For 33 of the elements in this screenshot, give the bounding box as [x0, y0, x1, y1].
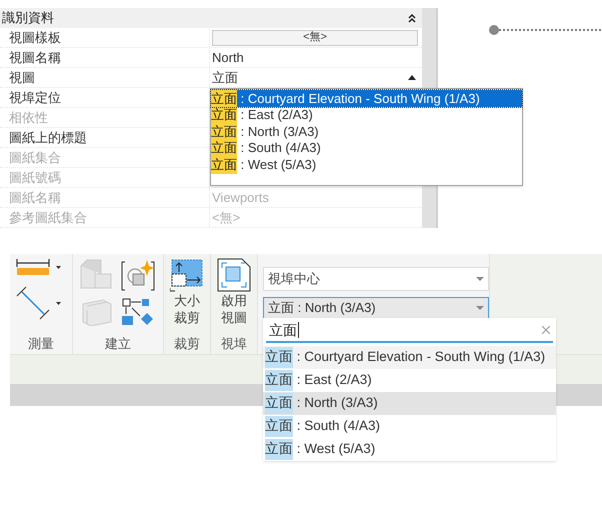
property-label: 參考圖紙集合	[9, 208, 87, 227]
property-label: 視圖	[9, 68, 35, 87]
item-text: : Courtyard Elevation - South Wing (1/A3)	[296, 348, 546, 366]
item-text: : South (4/A3)	[240, 139, 321, 157]
property-label: 圖紙號碼	[9, 168, 61, 187]
property-label: 視圖樣板	[9, 28, 61, 47]
item-text: : Courtyard Elevation - South Wing (1/A3)	[240, 90, 480, 108]
property-value: Viewports	[212, 188, 269, 207]
panel-title: 視埠	[221, 335, 247, 354]
item-text: : South (4/A3)	[296, 417, 380, 436]
property-label: 視圖名稱	[9, 48, 61, 67]
property-label: 圖紙名稱	[9, 188, 61, 207]
panel-title: 建立	[105, 335, 131, 354]
match-highlight: 立面	[265, 416, 293, 437]
match-highlight: 立面	[265, 370, 293, 391]
item-text: : West (5/A3)	[296, 440, 376, 458]
match-highlight: 立面	[265, 393, 293, 414]
panel-title: 裁剪	[174, 335, 200, 354]
item-text: : North (3/A3)	[240, 122, 319, 141]
property-label: 視埠定位	[9, 88, 61, 107]
match-highlight: 立面	[265, 347, 293, 368]
item-text: : East (2/A3)	[296, 371, 372, 390]
property-value: North	[212, 48, 244, 67]
item-text: : East (2/A3)	[240, 106, 313, 124]
item-text: : North (3/A3)	[296, 394, 378, 412]
panel-title: 測量	[28, 335, 54, 354]
property-label: 相依性	[9, 108, 48, 127]
section-title: 識別資料	[1, 9, 54, 28]
property-label: 圖紙上的標題	[9, 128, 87, 147]
match-highlight: 立面	[265, 439, 293, 460]
property-label: 圖紙集合	[9, 148, 61, 167]
property-value: <無>	[212, 208, 240, 227]
item-text: : West (5/A3)	[240, 156, 316, 174]
